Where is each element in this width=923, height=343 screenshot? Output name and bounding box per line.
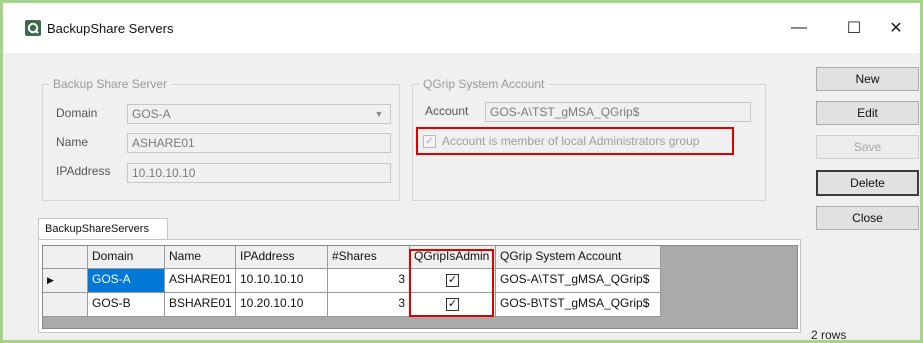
- name-field[interactable]: ASHARE01: [127, 133, 391, 153]
- ipaddress-label: IPAddress: [56, 164, 111, 178]
- backupshare-servers-window: BackupShare Servers — ☐ ✕ Backup Share S…: [3, 3, 920, 342]
- qgrip-system-account-legend: QGrip System Account: [423, 77, 545, 91]
- row-indicator-icon[interactable]: ▶: [43, 269, 88, 293]
- domain-label: Domain: [56, 106, 98, 120]
- app-icon: [25, 20, 41, 36]
- account-field[interactable]: GOS-A\TST_gMSA_QGrip$: [485, 102, 751, 122]
- admin-check-highlight: [416, 127, 734, 155]
- cell-qgrip-system-account[interactable]: GOS-B\TST_gMSA_QGrip$: [496, 293, 661, 317]
- column-header-name[interactable]: Name: [165, 246, 236, 269]
- cell-domain[interactable]: GOS-A: [88, 269, 165, 293]
- cell-ipaddress[interactable]: 10.20.10.10: [236, 293, 328, 317]
- new-button[interactable]: New: [816, 67, 919, 91]
- rows-count: 2 rows: [811, 328, 847, 342]
- chevron-down-icon[interactable]: ▼: [371, 107, 387, 121]
- backup-share-server-legend: Backup Share Server: [53, 77, 168, 91]
- domain-select-value: GOS-A: [132, 107, 171, 121]
- column-header-qgrip-system-account[interactable]: QGrip System Account: [496, 246, 661, 269]
- ipaddress-field[interactable]: 10.10.10.10: [127, 163, 391, 183]
- delete-button[interactable]: Delete: [816, 170, 919, 196]
- domain-select[interactable]: GOS-A ▼: [127, 104, 391, 124]
- minimize-icon[interactable]: —: [777, 13, 821, 43]
- row-indicator-cell[interactable]: [43, 293, 88, 317]
- cell-name[interactable]: ASHARE01: [165, 269, 236, 293]
- name-label: Name: [56, 135, 89, 149]
- cell-domain[interactable]: GOS-B: [88, 293, 165, 317]
- cell-name[interactable]: BSHARE01: [165, 293, 236, 317]
- cell-qgrip-system-account[interactable]: GOS-A\TST_gMSA_QGrip$: [496, 269, 661, 293]
- close-button[interactable]: Close: [816, 206, 919, 230]
- cell-shares[interactable]: 3: [328, 293, 410, 317]
- column-header-shares[interactable]: #Shares: [328, 246, 410, 269]
- cell-ipaddress[interactable]: 10.10.10.10: [236, 269, 328, 293]
- grid-corner-cell: [43, 246, 88, 269]
- window-title: BackupShare Servers: [47, 21, 174, 36]
- column-header-ipaddress[interactable]: IPAddress: [236, 246, 328, 269]
- edit-button[interactable]: Edit: [816, 101, 919, 125]
- save-button[interactable]: Save: [816, 135, 919, 159]
- column-header-domain[interactable]: Domain: [88, 246, 165, 269]
- maximize-icon[interactable]: ☐: [832, 13, 876, 43]
- account-label: Account: [425, 104, 469, 118]
- servers-grid[interactable]: Domain Name IPAddress #Shares QGripIsAdm…: [42, 245, 798, 329]
- isadmin-column-highlight: [409, 249, 494, 317]
- close-icon[interactable]: ✕: [874, 13, 918, 43]
- cell-shares[interactable]: 3: [328, 269, 410, 293]
- tab-backupshareservers[interactable]: BackupShareServers: [38, 218, 168, 240]
- title-bar: BackupShare Servers — ☐ ✕: [3, 3, 920, 53]
